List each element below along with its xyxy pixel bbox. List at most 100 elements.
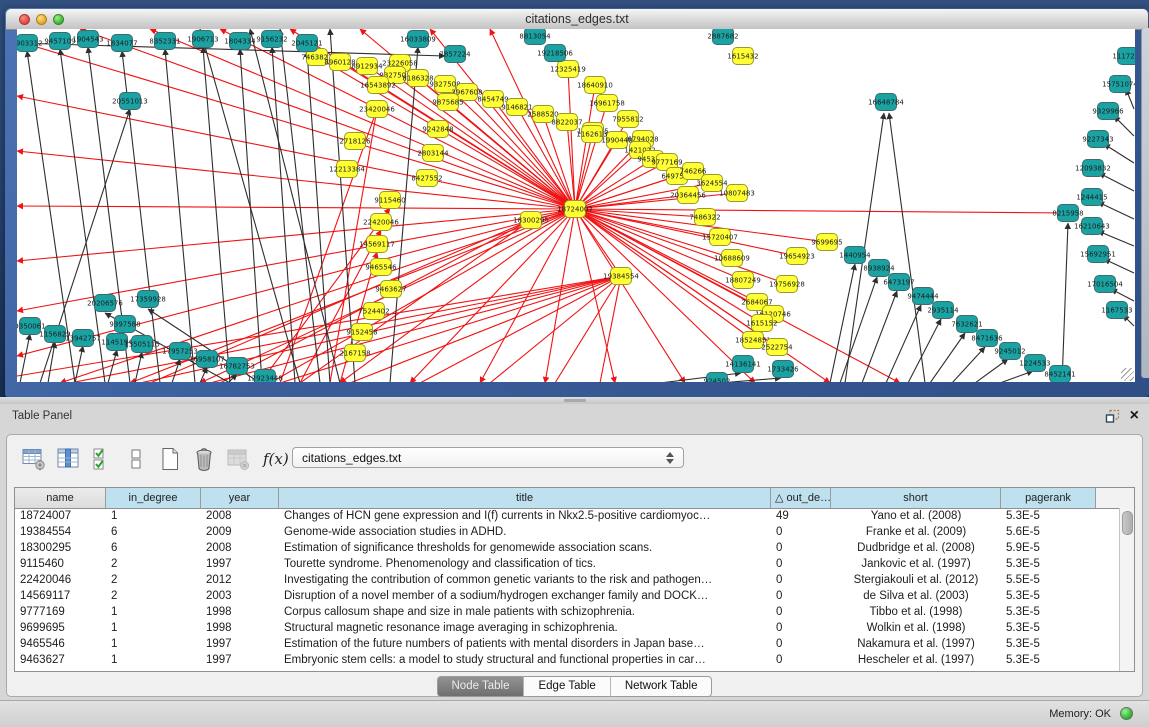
mdi-desktop: citations_edges.txt 18724007183002951938…: [0, 0, 1149, 397]
cell-short: Wolkin et al. (1998): [831, 620, 1001, 636]
table-row[interactable]: 1872400712008Changes of HCN gene express…: [15, 508, 1119, 524]
cell-out_de: 0: [771, 636, 831, 652]
column-header-in_degree[interactable]: in_degree: [106, 488, 201, 508]
cell-title: Investigating the contribution of common…: [279, 572, 771, 588]
select-columns-icon[interactable]: [55, 446, 81, 472]
memory-status-indicator[interactable]: [1120, 707, 1133, 720]
column-header-short[interactable]: short: [831, 488, 1001, 508]
svg-text:16648784: 16648784: [868, 99, 904, 107]
network-canvas[interactable]: 1872400718300295193845547463822896012889…: [17, 29, 1135, 382]
tab-edge-table[interactable]: Edge Table: [524, 676, 610, 697]
svg-text:17016504: 17016504: [1087, 281, 1123, 289]
table-row[interactable]: 1938455462009Genome-wide association stu…: [15, 524, 1119, 540]
svg-text:12093832: 12093832: [1075, 165, 1111, 173]
svg-text:2588520: 2588520: [527, 111, 558, 119]
cell-title: Corpus callosum shape and size in male p…: [279, 604, 771, 620]
svg-text:8427552: 8427552: [411, 175, 442, 183]
svg-text:8352331: 8352331: [149, 38, 180, 46]
column-header-name[interactable]: name: [15, 488, 106, 508]
cell-short: Nakamura et al. (1997): [831, 636, 1001, 652]
table-panel-header: Table Panel ×: [0, 404, 1149, 430]
cell-title: Structural magnetic resonance image aver…: [279, 620, 771, 636]
svg-text:18724007: 18724007: [557, 206, 593, 214]
table-row[interactable]: 1456911722003Disruption of a novel membe…: [15, 588, 1119, 604]
float-panel-icon[interactable]: [1105, 409, 1120, 424]
svg-text:16543892: 16543892: [360, 82, 396, 90]
cell-out_de: 0: [771, 604, 831, 620]
svg-text:12923448: 12923448: [247, 375, 283, 383]
table-row[interactable]: 1830029562008Estimation of significance …: [15, 540, 1119, 556]
svg-text:8454749: 8454749: [477, 96, 508, 104]
column-header-pagerank[interactable]: pagerank: [1001, 488, 1096, 508]
svg-text:7955812: 7955812: [612, 116, 643, 124]
cell-out_de: 0: [771, 620, 831, 636]
scrollbar-thumb[interactable]: [1122, 511, 1133, 535]
svg-text:19756928: 19756928: [769, 281, 805, 289]
svg-text:9463627: 9463627: [375, 286, 406, 294]
new-document-icon[interactable]: [157, 446, 183, 472]
svg-text:9227343: 9227343: [1082, 136, 1113, 144]
table-selector-stepper-icon[interactable]: [665, 451, 674, 465]
close-panel-icon[interactable]: ×: [1130, 408, 1139, 424]
column-header-year[interactable]: year: [201, 488, 279, 508]
table-row[interactable]: 946554611997Estimation of the future num…: [15, 636, 1119, 652]
cell-in_degree: 6: [106, 540, 201, 556]
cell-in_degree: 2: [106, 588, 201, 604]
svg-text:9329966: 9329966: [1092, 108, 1124, 116]
cell-year: 1997: [201, 556, 279, 572]
column-header-out_de[interactable]: △ out_de…: [771, 488, 831, 508]
svg-text:10688609: 10688609: [714, 255, 750, 263]
cell-out_de: 0: [771, 652, 831, 668]
cell-year: 2012: [201, 572, 279, 588]
cell-name: 9699695: [15, 620, 106, 636]
cell-in_degree: 2: [106, 556, 201, 572]
column-header-title[interactable]: title: [279, 488, 771, 508]
cell-out_de: 0: [771, 572, 831, 588]
split-divider[interactable]: [0, 397, 1149, 404]
tab-network-table[interactable]: Network Table: [611, 676, 713, 697]
cell-pagerank: 5.3E-5: [1001, 652, 1096, 668]
cell-in_degree: 1: [106, 604, 201, 620]
svg-text:9474444: 9474444: [907, 293, 939, 301]
table-panel-card: f(x) citations_edges.txt namein_degreeye…: [6, 434, 1143, 697]
svg-text:15751074: 15751074: [1102, 81, 1135, 89]
table-panel: Table Panel ×: [0, 404, 1149, 700]
network-window[interactable]: citations_edges.txt 18724007183002951938…: [5, 8, 1149, 397]
table-row[interactable]: 977716911998Corpus callosum shape and si…: [15, 604, 1119, 620]
table-selector[interactable]: citations_edges.txt: [292, 447, 684, 468]
table-row[interactable]: 946362711997Embryonic stem cells: a mode…: [15, 652, 1119, 668]
memory-status-label: Memory: OK: [1049, 708, 1111, 720]
cell-name: 18724007: [15, 508, 106, 524]
table-settings-icon[interactable]: [21, 446, 47, 472]
tab-node-table[interactable]: Node Table: [437, 676, 525, 697]
svg-text:1244415: 1244415: [1076, 194, 1107, 202]
svg-text:8452141: 8452141: [1044, 371, 1075, 379]
import-table-disabled-icon: [225, 446, 251, 472]
svg-text:20551013: 20551013: [112, 98, 148, 106]
vertical-scrollbar[interactable]: [1119, 508, 1134, 671]
function-builder-icon[interactable]: f(x): [259, 450, 293, 468]
network-window-titlebar[interactable]: citations_edges.txt: [6, 9, 1148, 30]
window-resize-grip[interactable]: [1121, 368, 1134, 381]
table-panel-title: Table Panel: [12, 410, 72, 422]
delete-icon[interactable]: [191, 446, 217, 472]
svg-text:7857224: 7857224: [439, 51, 471, 59]
svg-text:19218506: 19218506: [537, 50, 573, 58]
clear-selection-icon[interactable]: [123, 446, 149, 472]
table-row[interactable]: 911546021997Tourette syndrome. Phenomeno…: [15, 556, 1119, 572]
svg-text:1615432: 1615432: [727, 53, 758, 61]
cell-out_de: 0: [771, 540, 831, 556]
cell-title: Tourette syndrome. Phenomenology and cla…: [279, 556, 771, 572]
table-body: 1872400712008Changes of HCN gene express…: [15, 508, 1119, 671]
table-row[interactable]: 969969511998Structural magnetic resonanc…: [15, 620, 1119, 636]
cell-in_degree: 1: [106, 508, 201, 524]
cell-name: 9465546: [15, 636, 106, 652]
cell-year: 2009: [201, 524, 279, 540]
select-rows-icon[interactable]: [89, 446, 115, 472]
table-row[interactable]: 2242004622012Investigating the contribut…: [15, 572, 1119, 588]
cell-short: de Silva et al. (2003): [831, 588, 1001, 604]
cell-year: 1997: [201, 636, 279, 652]
svg-text:17957253: 17957253: [162, 348, 198, 356]
svg-text:1834077: 1834077: [106, 40, 137, 48]
svg-text:9875685: 9875685: [432, 99, 463, 107]
